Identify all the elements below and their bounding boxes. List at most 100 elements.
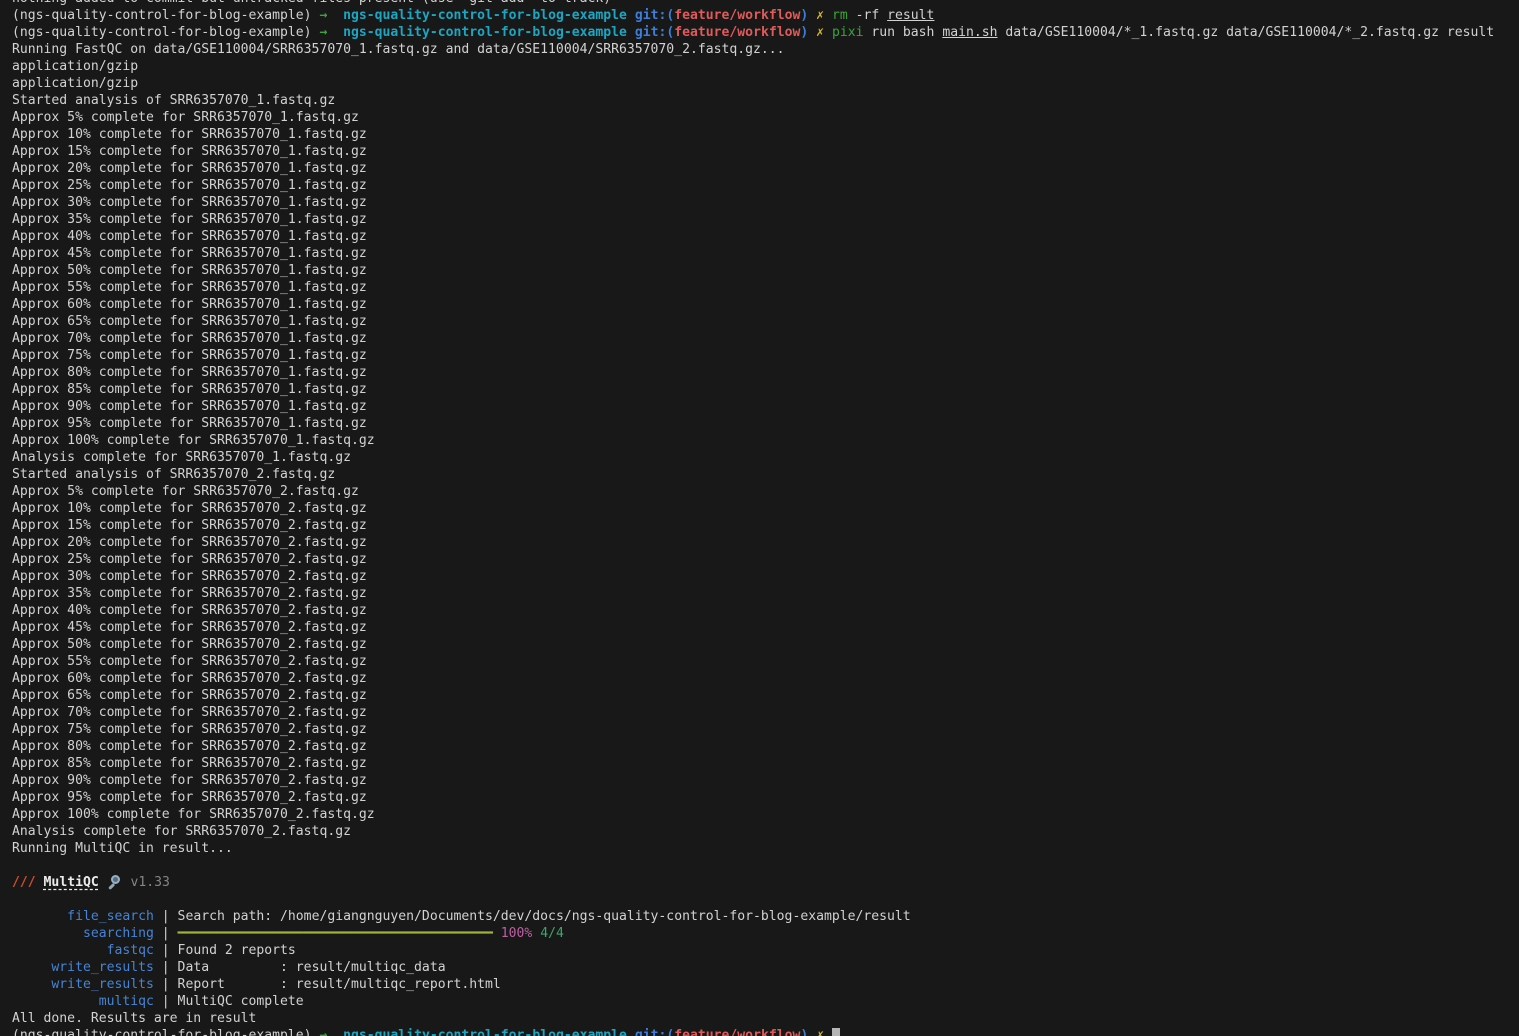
terminal-text-segment: Approx 70% complete for SRR6357070_1.fas… (12, 331, 367, 346)
terminal-text-segment: Approx 20% complete for SRR6357070_2.fas… (12, 535, 367, 550)
terminal-text-segment: ngs-quality-control-for-blog-example (343, 25, 627, 40)
multiqc-complete-line: multiqc | MultiQC complete (12, 993, 1519, 1010)
terminal-text-segment: main.sh (942, 25, 997, 40)
terminal-text-segment: Approx 25% complete for SRR6357070_1.fas… (12, 178, 367, 193)
terminal-text-segment (99, 875, 107, 890)
terminal-text-segment: | Search path: /home/giangnguyen/Documen… (154, 909, 911, 924)
terminal-text-segment: Approx 5% complete for SRR6357070_1.fast… (12, 110, 359, 125)
terminal-line: All done. Results are in result (12, 1010, 1519, 1027)
terminal-text-segment: Approx 90% complete for SRR6357070_1.fas… (12, 399, 367, 414)
terminal-text-segment: Approx 65% complete for SRR6357070_1.fas… (12, 314, 367, 329)
terminal-text-segment: git:( (635, 25, 674, 40)
terminal-text-segment: ✗ (816, 8, 824, 23)
terminal-text-segment: Approx 75% complete for SRR6357070_2.fas… (12, 722, 367, 737)
terminal-text-segment: Approx 90% complete for SRR6357070_2.fas… (12, 773, 367, 788)
terminal-text-segment (824, 1028, 832, 1036)
terminal-line: Approx 55% complete for SRR6357070_2.fas… (12, 653, 1519, 670)
terminal-line: Approx 90% complete for SRR6357070_2.fas… (12, 772, 1519, 789)
terminal-text-segment: Approx 25% complete for SRR6357070_2.fas… (12, 552, 367, 567)
terminal-line: Approx 95% complete for SRR6357070_2.fas… (12, 789, 1519, 806)
terminal-text-segment: feature/workflow (674, 8, 800, 23)
multiqc-write-data-line: write_results | Data : result/multiqc_da… (12, 959, 1519, 976)
terminal-line: Approx 60% complete for SRR6357070_1.fas… (12, 296, 1519, 313)
terminal-line: Approx 95% complete for SRR6357070_1.fas… (12, 415, 1519, 432)
terminal-text-segment: | (154, 926, 178, 941)
terminal-text-segment (627, 25, 635, 40)
terminal-line (12, 857, 1519, 874)
terminal-text-segment: git:( (635, 1028, 674, 1036)
terminal-line: Approx 65% complete for SRR6357070_1.fas… (12, 313, 1519, 330)
terminal-text-segment: 100% (501, 926, 533, 941)
terminal-text-segment: Approx 55% complete for SRR6357070_2.fas… (12, 654, 367, 669)
terminal-text-segment: Approx 10% complete for SRR6357070_1.fas… (12, 127, 367, 142)
multiqc-write-report-line: write_results | Report : result/multiqc_… (12, 976, 1519, 993)
terminal-text-segment: result (887, 8, 934, 23)
terminal-text-segment: Approx 20% complete for SRR6357070_1.fas… (12, 161, 367, 176)
terminal-line: Approx 15% complete for SRR6357070_1.fas… (12, 143, 1519, 160)
terminal-line: Analysis complete for SRR6357070_2.fastq… (12, 823, 1519, 840)
terminal-text-segment: Approx 60% complete for SRR6357070_2.fas… (12, 671, 367, 686)
terminal-text-segment: Approx 95% complete for SRR6357070_2.fas… (12, 790, 367, 805)
terminal-text-segment: Approx 40% complete for SRR6357070_2.fas… (12, 603, 367, 618)
terminal-text-segment: feature/workflow (674, 25, 800, 40)
terminal-text-segment: nothing added to commit but untracked fi… (12, 0, 611, 6)
multiqc-file-search-line: file_search | Search path: /home/giangng… (12, 908, 1519, 925)
terminal-text-segment: Approx 35% complete for SRR6357070_2.fas… (12, 586, 367, 601)
terminal-text-segment: application/gzip (12, 59, 138, 74)
terminal-text-segment: Approx 5% complete for SRR6357070_2.fast… (12, 484, 359, 499)
terminal-text-segment: Started analysis of SRR6357070_2.fastq.g… (12, 467, 335, 482)
terminal-text-segment: | Data : result/multiqc_data (154, 960, 446, 975)
terminal-text-segment: 4/4 (540, 926, 564, 941)
terminal-text-segment (808, 8, 816, 23)
terminal-line: Started analysis of SRR6357070_2.fastq.g… (12, 466, 1519, 483)
terminal-text-segment: Approx 50% complete for SRR6357070_2.fas… (12, 637, 367, 652)
terminal-line: Approx 10% complete for SRR6357070_1.fas… (12, 126, 1519, 143)
terminal-text-segment: /// (12, 875, 36, 890)
terminal-text-segment: rm (832, 8, 848, 23)
terminal-text-segment: Analysis complete for SRR6357070_2.fastq… (12, 824, 351, 839)
terminal-line: Started analysis of SRR6357070_1.fastq.g… (12, 92, 1519, 109)
terminal-line: Approx 20% complete for SRR6357070_1.fas… (12, 160, 1519, 177)
terminal-text-segment: Approx 15% complete for SRR6357070_1.fas… (12, 144, 367, 159)
terminal-line (12, 891, 1519, 908)
terminal-text-segment: Approx 30% complete for SRR6357070_1.fas… (12, 195, 367, 210)
terminal-text-segment: write_results (12, 977, 154, 992)
terminal-text-segment: Approx 50% complete for SRR6357070_1.fas… (12, 263, 367, 278)
terminal-text-segment: | Report : result/multiqc_report.html (154, 977, 501, 992)
terminal-text-segment: Approx 40% complete for SRR6357070_1.fas… (12, 229, 367, 244)
terminal-text-segment: ✗ (816, 1028, 824, 1036)
terminal-text-segment: pixi (832, 25, 864, 40)
terminal-line: Approx 30% complete for SRR6357070_2.fas… (12, 568, 1519, 585)
terminal-text-segment: (ngs-quality-control-for-blog-example) (12, 1028, 319, 1036)
terminal-text-segment: application/gzip (12, 76, 138, 91)
terminal-text-segment: Approx 75% complete for SRR6357070_1.fas… (12, 348, 367, 363)
terminal-line: Approx 5% complete for SRR6357070_2.fast… (12, 483, 1519, 500)
terminal-line: Approx 70% complete for SRR6357070_2.fas… (12, 704, 1519, 721)
active-prompt-line: (ngs-quality-control-for-blog-example) →… (12, 1027, 1519, 1036)
terminal-text-segment (327, 1028, 343, 1036)
terminal-line: Approx 15% complete for SRR6357070_2.fas… (12, 517, 1519, 534)
terminal-text-segment: ngs-quality-control-for-blog-example (343, 1028, 627, 1036)
terminal-line: application/gzip (12, 75, 1519, 92)
terminal-line: Approx 25% complete for SRR6357070_2.fas… (12, 551, 1519, 568)
terminal-line: Approx 60% complete for SRR6357070_2.fas… (12, 670, 1519, 687)
terminal-text-segment (327, 25, 343, 40)
terminal-text-segment: (ngs-quality-control-for-blog-example) (12, 8, 319, 23)
terminal-text-segment: Approx 55% complete for SRR6357070_1.fas… (12, 280, 367, 295)
terminal-line: Approx 70% complete for SRR6357070_1.fas… (12, 330, 1519, 347)
terminal-text-segment: ngs-quality-control-for-blog-example (343, 8, 627, 23)
terminal-line: Approx 10% complete for SRR6357070_2.fas… (12, 500, 1519, 517)
terminal-line: Approx 30% complete for SRR6357070_1.fas… (12, 194, 1519, 211)
terminal-text-segment: Approx 45% complete for SRR6357070_2.fas… (12, 620, 367, 635)
terminal-text-segment: multiqc (12, 994, 154, 1009)
terminal-text-segment: file_search (12, 909, 154, 924)
terminal-text-segment: data/GSE110004/*_1.fastq.gz data/GSE1100… (998, 25, 1495, 40)
terminal-window[interactable]: nothing added to commit but untracked fi… (0, 0, 1519, 1036)
terminal-line: Approx 85% complete for SRR6357070_2.fas… (12, 755, 1519, 772)
terminal-line: Approx 20% complete for SRR6357070_2.fas… (12, 534, 1519, 551)
terminal-text-segment: Approx 85% complete for SRR6357070_2.fas… (12, 756, 367, 771)
terminal-line: Approx 35% complete for SRR6357070_2.fas… (12, 585, 1519, 602)
terminal-output: nothing added to commit but untracked fi… (12, 0, 1519, 1036)
terminal-line: Approx 65% complete for SRR6357070_2.fas… (12, 687, 1519, 704)
terminal-text-segment: Approx 70% complete for SRR6357070_2.fas… (12, 705, 367, 720)
